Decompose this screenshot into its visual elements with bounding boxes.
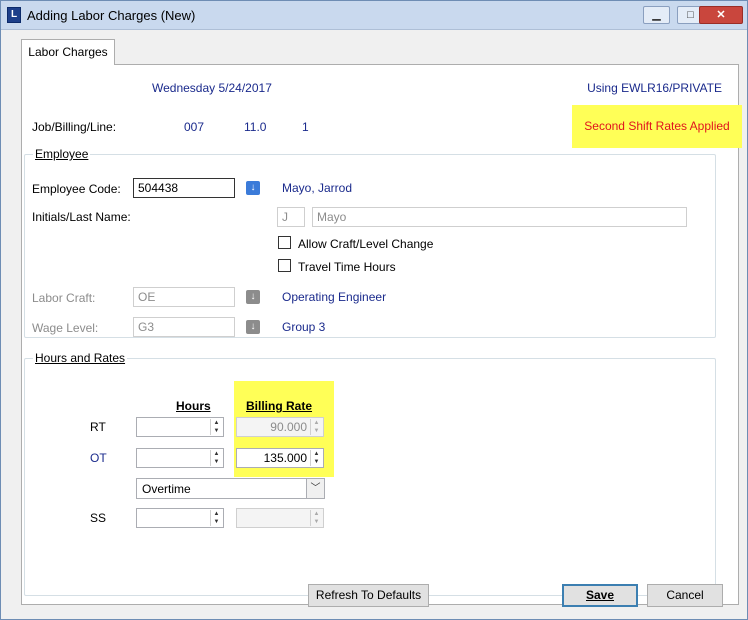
- hours-rates-group: Hours and Rates: [24, 351, 716, 596]
- save-button-label: Save: [585, 588, 615, 602]
- wage-level-label: Wage Level:: [32, 321, 99, 335]
- hours-rates-group-title-text: Hours and Rates: [35, 351, 126, 365]
- hours-rates-group-title: Hours and Rates: [33, 351, 128, 365]
- allow-craft-level-change-label[interactable]: Allow Craft/Level Change: [298, 237, 433, 251]
- chevron-down-icon[interactable]: ﹀: [306, 479, 324, 498]
- minimize-button[interactable]: ▁: [643, 6, 670, 24]
- line-number: 1: [302, 120, 309, 134]
- labor-craft-label: Labor Craft:: [32, 291, 96, 305]
- employee-group-title: Employee: [33, 147, 91, 161]
- second-shift-banner: Second Shift Rates Applied: [572, 105, 742, 148]
- allow-craft-level-change-checkbox[interactable]: [278, 236, 291, 249]
- spin-arrows-icon[interactable]: ▲ ▼: [210, 419, 222, 435]
- refresh-to-defaults-button[interactable]: Refresh To Defaults: [308, 584, 429, 607]
- rt-rate-value: 90.000: [270, 420, 307, 434]
- labor-craft-field[interactable]: OE: [133, 287, 235, 307]
- employee-code-field[interactable]: 504438: [133, 178, 235, 198]
- ot-rate-value: 135.000: [263, 451, 307, 465]
- dialog-client: Labor Charges Wednesday 5/24/2017 Using …: [9, 31, 742, 611]
- initials-last-name-label: Initials/Last Name:: [32, 210, 131, 224]
- app-icon: L: [7, 7, 21, 23]
- spin-arrows-icon[interactable]: ▲ ▼: [310, 419, 322, 435]
- employee-lookup-icon[interactable]: ↓: [246, 181, 260, 195]
- job-billing-line-label: Job/Billing/Line:: [32, 120, 117, 134]
- hours-column-header: Hours: [176, 399, 211, 413]
- last-name-field[interactable]: Mayo: [312, 207, 687, 227]
- ss-rate-spinner[interactable]: ▲ ▼: [236, 508, 324, 528]
- job-number: 007: [184, 120, 205, 134]
- billing-rate-column-header: Billing Rate: [246, 399, 313, 413]
- header-using: Using EWLR16/PRIVATE: [587, 81, 722, 95]
- ss-label: SS: [90, 511, 107, 525]
- spin-arrows-icon[interactable]: ▲ ▼: [210, 510, 222, 526]
- ot-hours-spinner[interactable]: ▲ ▼: [136, 448, 224, 468]
- employee-code-label: Employee Code:: [32, 182, 121, 196]
- craft-name: Operating Engineer: [282, 290, 387, 304]
- wage-level-field[interactable]: G3: [133, 317, 235, 337]
- billing-number: 11.0: [244, 120, 267, 134]
- rt-label: RT: [90, 420, 106, 434]
- save-button[interactable]: Save: [562, 584, 638, 607]
- header-date: Wednesday 5/24/2017: [152, 81, 272, 95]
- tab-labor-charges[interactable]: Labor Charges: [21, 39, 115, 65]
- travel-time-hours-label[interactable]: Travel Time Hours: [298, 260, 396, 274]
- title-bar: L Adding Labor Charges (New) ▁ □ ✕: [1, 1, 747, 30]
- rt-rate-spinner[interactable]: 90.000 ▲ ▼: [236, 417, 324, 437]
- overtime-type-value: Overtime: [142, 482, 191, 496]
- spin-arrows-icon[interactable]: ▲ ▼: [310, 510, 322, 526]
- spin-arrows-icon[interactable]: ▲ ▼: [210, 450, 222, 466]
- wage-lookup-icon[interactable]: ↓: [246, 320, 260, 334]
- employee-group-title-text: Employee: [35, 147, 89, 161]
- window-title: Adding Labor Charges (New): [27, 8, 196, 23]
- close-button[interactable]: ✕: [699, 6, 743, 24]
- dialog-window: L Adding Labor Charges (New) ▁ □ ✕ Labor…: [0, 0, 748, 620]
- ot-label: OT: [90, 451, 107, 465]
- cancel-button[interactable]: Cancel: [647, 584, 723, 607]
- travel-time-hours-checkbox[interactable]: [278, 259, 291, 272]
- overtime-type-select[interactable]: Overtime ﹀: [136, 478, 325, 499]
- wage-name: Group 3: [282, 320, 326, 334]
- rt-hours-spinner[interactable]: ▲ ▼: [136, 417, 224, 437]
- ot-rate-spinner[interactable]: 135.000 ▲ ▼: [236, 448, 324, 468]
- initials-field[interactable]: J: [277, 207, 305, 227]
- spin-arrows-icon[interactable]: ▲ ▼: [310, 450, 322, 466]
- tab-panel: Wednesday 5/24/2017 Using EWLR16/PRIVATE…: [21, 64, 742, 605]
- employee-name: Mayo, Jarrod: [282, 181, 353, 195]
- craft-lookup-icon[interactable]: ↓: [246, 290, 260, 304]
- ss-hours-spinner[interactable]: ▲ ▼: [136, 508, 224, 528]
